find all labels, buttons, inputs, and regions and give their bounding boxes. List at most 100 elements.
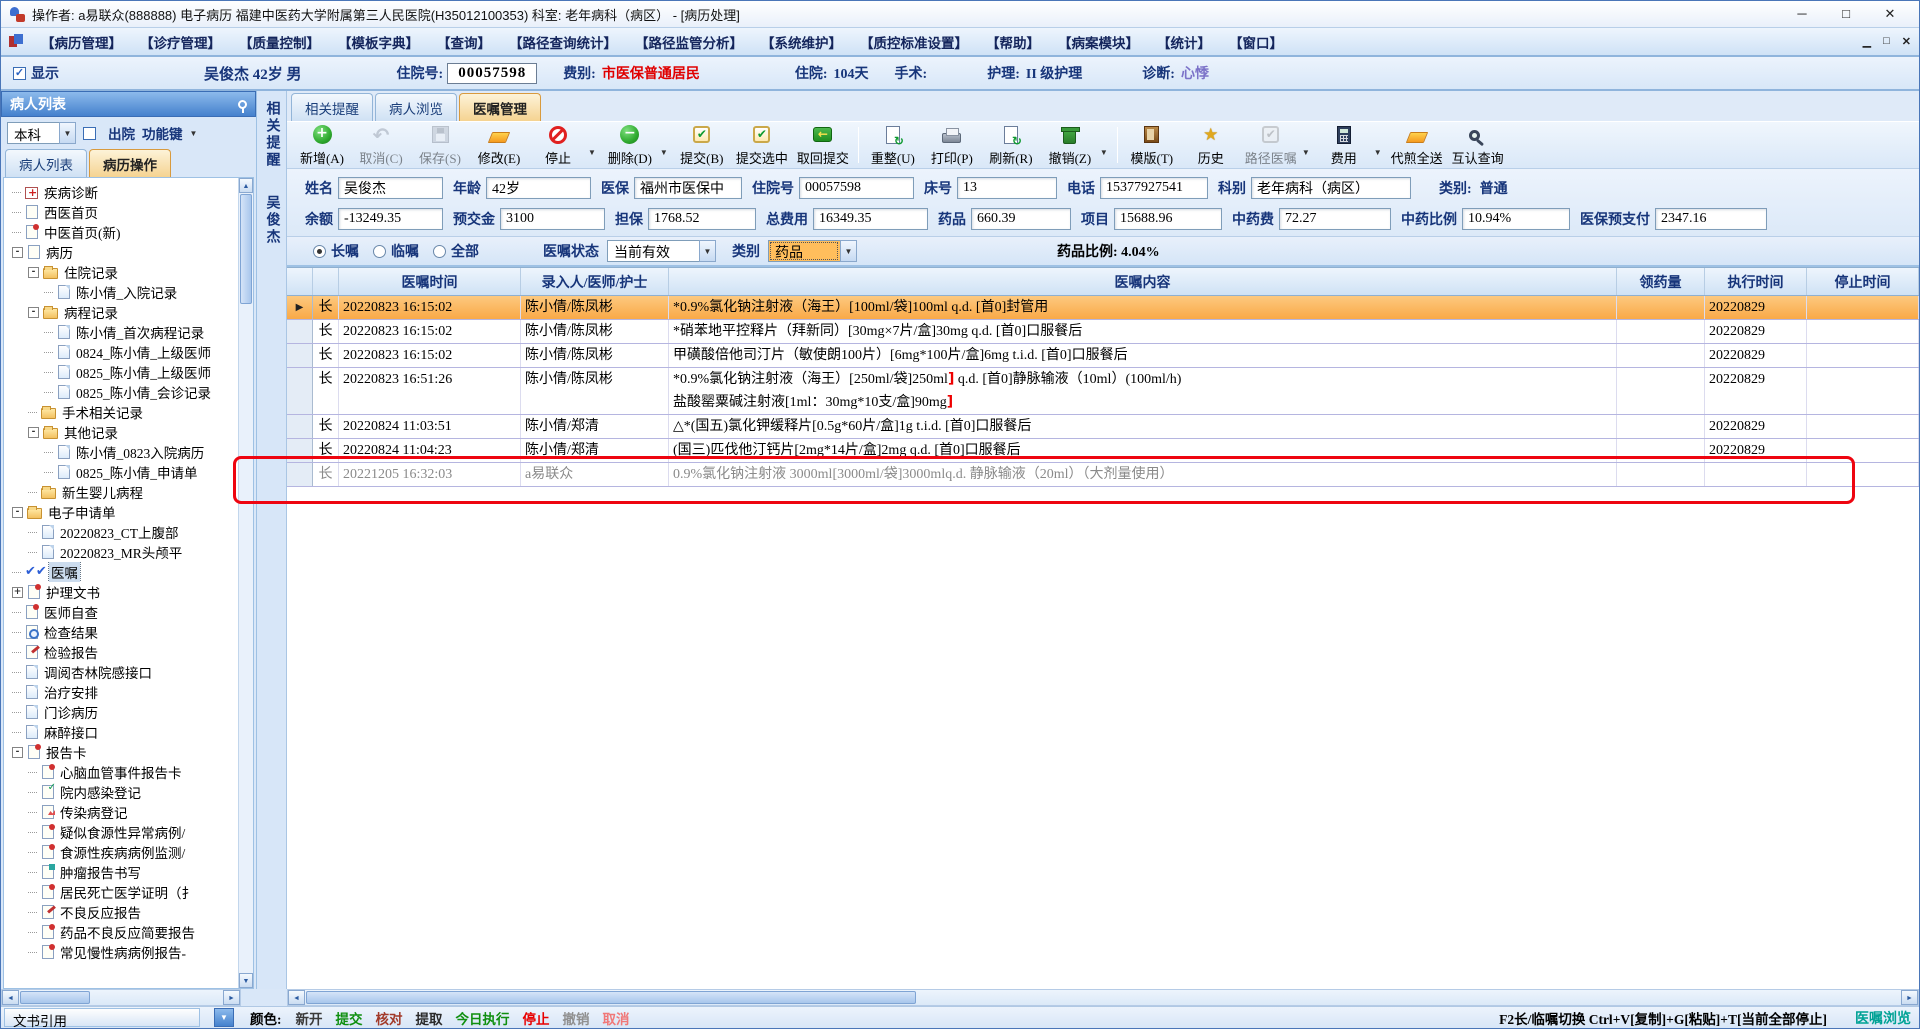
table-row[interactable]: 长 20220823 16:51:26 陈小倩/陈凤彬 *0.9%氯化钠注射液（海王）… — [287, 368, 1919, 415]
order-status-value[interactable]: 当前有效 — [607, 240, 699, 262]
tree-item[interactable]: 疾病诊断 — [6, 182, 238, 202]
dropdown-arrow-icon[interactable]: ▼ — [1302, 148, 1310, 157]
toolbar-button-取回提交[interactable]: ← 取回提交 — [797, 124, 849, 167]
chevron-down-icon[interactable]: ▼ — [59, 122, 76, 144]
scroll-right-icon[interactable]: ► — [1901, 990, 1918, 1005]
tree-item[interactable]: 检查结果 — [6, 622, 238, 642]
main-tab-相关提醒[interactable]: 相关提醒 — [291, 93, 373, 121]
tree-item[interactable]: 调阅杏林院感接口 — [6, 662, 238, 682]
table-row[interactable]: 长 20220823 16:15:02 陈小倩/陈凤彬 甲磺酸倍他司汀片（敏使朗100… — [287, 344, 1919, 368]
scroll-up-icon[interactable]: ▲ — [239, 178, 253, 193]
category-select[interactable]: 药品 ▼ — [768, 240, 857, 262]
toolbar-button-刷新(R)[interactable]: 刷新(R) — [986, 124, 1036, 167]
funckey-label[interactable]: 功能键 — [142, 123, 183, 143]
tree-item[interactable]: - 住院记录 — [6, 262, 238, 282]
scrollbar-thumb[interactable] — [20, 991, 90, 1004]
toolbar-button-提交选中[interactable]: ✔ 提交选中 — [736, 124, 788, 167]
table-row[interactable]: ▶ 长 20220823 16:15:02 陈小倩/陈凤彬 *0.9%氯化钠注射液（海王… — [287, 296, 1919, 320]
menu-item[interactable]: 【路径查询统计】 — [500, 29, 626, 55]
column-header[interactable]: 医嘱时间 — [339, 268, 521, 295]
menu-item[interactable]: 【路径监管分析】 — [626, 29, 752, 55]
maximize-button[interactable]: □ — [1837, 6, 1855, 22]
field-input-电话[interactable]: 15377927541 — [1100, 177, 1208, 199]
column-header[interactable]: 停止时间 — [1807, 268, 1919, 295]
discharge-checkbox[interactable] — [83, 126, 96, 140]
table-row[interactable]: 长 20220823 16:15:02 陈小倩/陈凤彬 *硝苯地平控释片（拜新同）[3… — [287, 320, 1919, 344]
table-horizontal-scrollbar[interactable]: ◄ ► — [287, 989, 1919, 1006]
dropdown-arrow-icon[interactable]: ▼ — [1100, 148, 1108, 157]
tree-item[interactable]: 陈小倩_0823入院病历 — [6, 442, 238, 462]
tree-expander-icon[interactable]: - — [28, 426, 39, 438]
tree-item[interactable]: 0825_陈小倩_申请单 — [6, 462, 238, 482]
tree-item[interactable]: 不良反应报告 — [6, 902, 238, 922]
sidebar-tab-病历操作[interactable]: 病历操作 — [89, 149, 171, 177]
toolbar-button-代煎全送[interactable]: 代煎全送 — [1391, 124, 1443, 167]
field-input-医保预支付[interactable]: 2347.16 — [1655, 208, 1767, 230]
toolbar-button-撤销(Z)[interactable]: 撤销(Z) — [1045, 124, 1095, 167]
tree-item[interactable]: 传染病登记 — [6, 802, 238, 822]
tree-item[interactable]: 新生婴儿病程 — [6, 482, 238, 502]
tree-item[interactable]: 肿瘤报告书写 — [6, 862, 238, 882]
category-value[interactable]: 药品 — [768, 240, 840, 262]
field-input-住院号[interactable]: 00057598 — [799, 177, 914, 199]
tree-item[interactable]: 治疗安排 — [6, 682, 238, 702]
table-row[interactable]: 长 20220824 11:03:51 陈小倩/郑清 △*(国五)氯化钾缓释片[0.5… — [287, 415, 1919, 439]
tree-expander-icon[interactable]: - — [12, 746, 23, 758]
column-header[interactable]: 执行时间 — [1705, 268, 1807, 295]
tree-item[interactable]: 院内感染登记 — [6, 782, 238, 802]
department-select-value[interactable]: 本科 — [7, 122, 59, 144]
toolbar-button-费用[interactable]: 费用 — [1319, 124, 1369, 167]
field-input-床号[interactable]: 13 — [957, 177, 1057, 199]
tree-item[interactable]: 0824_陈小倩_上级医师 — [6, 342, 238, 362]
menu-item[interactable]: 【帮助】 — [977, 29, 1049, 55]
tree-expander-icon[interactable]: - — [28, 266, 39, 278]
mdi-minimize-button[interactable]: ▁ — [1863, 35, 1871, 48]
column-header[interactable]: 医嘱内容 — [669, 268, 1617, 295]
radio-全部[interactable] — [433, 244, 446, 258]
menu-item[interactable]: 【病案模块】 — [1049, 29, 1148, 55]
menu-item[interactable]: 【统计】 — [1148, 29, 1220, 55]
mdi-restore-button[interactable]: □ — [1883, 35, 1890, 48]
chevron-down-icon[interactable]: ▼ — [840, 240, 857, 262]
scroll-down-icon[interactable]: ▼ — [239, 973, 253, 988]
tree-item[interactable]: ✔✔ 医嘱 — [6, 562, 238, 582]
tree-item[interactable]: 检验报告 — [6, 642, 238, 662]
toolbar-button-打印(P)[interactable]: 打印(P) — [927, 124, 977, 167]
tree-item[interactable]: 心脑血管事件报告卡 — [6, 762, 238, 782]
toolbar-button-修改(E)[interactable]: 修改(E) — [474, 124, 524, 167]
field-input-项目[interactable]: 15688.96 — [1114, 208, 1222, 230]
table-row[interactable]: 长 20220824 11:04:23 陈小倩/郑清 (国三)匹伐他汀钙片[2mg*1… — [287, 439, 1919, 463]
column-header[interactable] — [313, 268, 339, 295]
pin-icon[interactable] — [238, 99, 247, 113]
department-select[interactable]: 本科 ▼ — [7, 122, 76, 144]
tree-item[interactable]: - 病程记录 — [6, 302, 238, 322]
document-reference-button[interactable]: 文书引用 — [4, 1008, 200, 1029]
field-input-药品[interactable]: 660.39 — [971, 208, 1071, 230]
menu-item[interactable]: 【质量控制】 — [230, 29, 329, 55]
tree-item[interactable]: 20220823_CT上腹部 — [6, 522, 238, 542]
toolbar-button-互认查询[interactable]: 互认查询 — [1452, 124, 1504, 167]
toolbar-button-模版(T)[interactable]: 模版(T) — [1127, 124, 1177, 167]
tree-vertical-scrollbar[interactable]: ▲ ▼ — [238, 178, 253, 988]
tree-expander-icon[interactable]: - — [12, 506, 23, 518]
tree-item[interactable]: 西医首页 — [6, 202, 238, 222]
tree-item[interactable]: - 其他记录 — [6, 422, 238, 442]
scroll-right-icon[interactable]: ► — [223, 990, 240, 1005]
menu-item[interactable]: 【系统维护】 — [752, 29, 851, 55]
chevron-down-icon[interactable]: ▼ — [214, 1008, 234, 1027]
tree-item[interactable]: - 电子申请单 — [6, 502, 238, 522]
field-input-中药费[interactable]: 72.27 — [1279, 208, 1391, 230]
field-input-担保[interactable]: 1768.52 — [648, 208, 756, 230]
radio-临嘱[interactable] — [373, 244, 386, 258]
scroll-left-icon[interactable]: ◄ — [288, 990, 305, 1005]
toolbar-button-提交(B)[interactable]: ✔ 提交(B) — [677, 124, 727, 167]
menu-item[interactable]: 【模板字典】 — [329, 29, 428, 55]
admission-no-value[interactable]: 00057598 — [447, 62, 538, 84]
dropdown-arrow-icon[interactable]: ▼ — [660, 148, 668, 157]
field-input-余额[interactable]: -13249.35 — [338, 208, 443, 230]
column-header[interactable]: 录入人/医师/护士 — [521, 268, 669, 295]
tree-item[interactable]: 医师自查 — [6, 602, 238, 622]
chevron-down-icon[interactable]: ▼ — [699, 240, 716, 262]
toolbar-button-历史[interactable]: ★ 历史 — [1186, 124, 1236, 167]
field-input-预交金[interactable]: 3100 — [500, 208, 605, 230]
